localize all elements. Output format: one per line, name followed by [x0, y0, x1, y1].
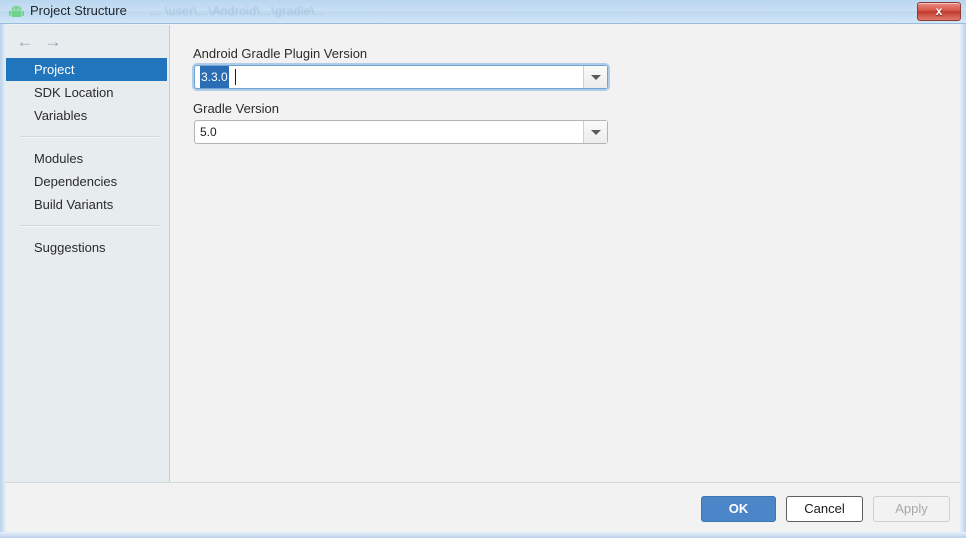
sidebar-item-label: Suggestions — [34, 240, 106, 255]
sidebar-item-label: Build Variants — [34, 197, 114, 212]
sidebar: ← → Project SDK Location Variables Modul… — [6, 25, 170, 482]
ok-button[interactable]: OK — [701, 496, 776, 522]
close-icon: x — [935, 4, 943, 18]
android-gradle-plugin-version-label: Android Gradle Plugin Version — [193, 46, 368, 61]
sidebar-item-dependencies[interactable]: Dependencies — [6, 170, 169, 193]
sidebar-item-modules[interactable]: Modules — [6, 147, 169, 170]
chevron-down-icon — [591, 130, 601, 135]
sidebar-separator — [20, 136, 159, 138]
back-arrow-icon[interactable]: ← — [14, 31, 36, 53]
text-caret — [235, 69, 236, 85]
gradle-version-value: 5.0 — [200, 125, 217, 139]
sidebar-item-build-variants[interactable]: Build Variants — [6, 193, 169, 216]
cancel-button[interactable]: Cancel — [786, 496, 863, 522]
project-structure-window: ... \user\...\Android\...\gradle\... Pro… — [0, 0, 966, 538]
title-bar[interactable]: ... \user\...\Android\...\gradle\... Pro… — [0, 0, 966, 24]
sidebar-item-label: Project — [34, 62, 75, 77]
android-robot-icon — [9, 5, 24, 17]
window-frame-right — [960, 0, 966, 538]
sidebar-navigation: ← → — [14, 31, 84, 53]
dialog-body: ← → Project SDK Location Variables Modul… — [6, 25, 960, 532]
sidebar-item-label: Modules — [34, 151, 84, 166]
android-gradle-plugin-version-combo[interactable]: 3.3.0 — [194, 65, 608, 89]
sidebar-item-sdk-location[interactable]: SDK Location — [6, 81, 169, 104]
dialog-button-bar: OK Cancel Apply — [6, 482, 960, 532]
sidebar-item-suggestions[interactable]: Suggestions — [6, 236, 169, 259]
chevron-down-icon — [591, 75, 601, 80]
sidebar-item-label: Variables — [34, 108, 88, 123]
sidebar-separator — [20, 225, 159, 227]
main-panel: Android Gradle Plugin Version 3.3.0 Grad… — [170, 25, 960, 482]
sidebar-item-label: Dependencies — [34, 174, 118, 189]
sidebar-item-label: SDK Location — [34, 85, 114, 100]
gradle-version-combo[interactable]: 5.0 — [194, 120, 608, 144]
apply-button: Apply — [873, 496, 950, 522]
android-gradle-plugin-version-dropdown-button[interactable] — [583, 66, 607, 88]
background-window-text: ... \user\...\Android\...\gradle\... — [150, 4, 326, 18]
forward-arrow-icon[interactable]: → — [42, 31, 64, 53]
window-title: Project Structure — [30, 3, 127, 18]
sidebar-item-project[interactable]: Project — [6, 58, 167, 81]
close-button[interactable]: x — [917, 2, 961, 21]
sidebar-item-variables[interactable]: Variables — [6, 104, 169, 127]
window-frame-bottom — [0, 532, 966, 538]
sidebar-item-list: Project SDK Location Variables Modules D… — [6, 58, 169, 259]
gradle-version-dropdown-button[interactable] — [583, 121, 607, 143]
gradle-version-label: Gradle Version — [193, 101, 279, 116]
android-gradle-plugin-version-value: 3.3.0 — [200, 66, 229, 88]
